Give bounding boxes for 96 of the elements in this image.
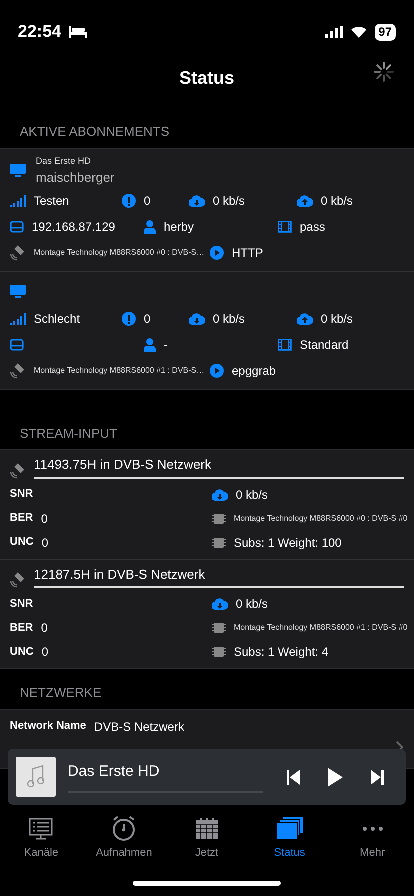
channel-list-icon <box>29 817 54 841</box>
cloud-download-icon <box>189 312 205 324</box>
cloud-download-icon <box>212 598 228 610</box>
signal-quality: Testen <box>34 192 70 210</box>
stream-title: 11493.75H in DVB-S Netzwerk <box>34 455 404 478</box>
section-header: NETZWERKE <box>19 684 103 702</box>
previous-icon <box>287 770 300 784</box>
battery-indicator: 97 <box>374 24 396 40</box>
stopwatch-icon <box>111 816 138 842</box>
satellite-icon <box>10 362 26 378</box>
next-button[interactable] <box>371 770 384 784</box>
clock: 22:54 <box>18 21 62 44</box>
section-header: STREAM-INPUT <box>19 424 118 442</box>
error-count: 0 <box>144 310 151 328</box>
program-title: maischberger <box>36 169 115 187</box>
tab[interactable]: Kanäle <box>0 815 83 862</box>
user-icon <box>144 338 156 352</box>
monitor-icon <box>10 164 26 178</box>
username: - <box>164 336 168 354</box>
network-label: Network Name <box>10 719 86 734</box>
username: herby <box>164 218 194 236</box>
metric-value: 0 <box>42 534 49 552</box>
play-icon <box>210 364 224 378</box>
cloud-download-icon <box>212 488 228 500</box>
film-icon <box>278 338 292 350</box>
stream-title: 12187.5H in DVB-S Netzwerk <box>34 564 404 588</box>
stream-profile: Standard <box>300 336 349 354</box>
metric-label: UNC <box>10 535 34 550</box>
tuner-name: Montage Technology M88RS6000 #1 : DVB-S… <box>34 364 205 376</box>
film-icon <box>278 220 292 232</box>
subscription-weight: Subs: 1 Weight: 100 <box>234 534 342 552</box>
metric-value: 0 <box>42 644 49 661</box>
chip-icon <box>212 512 226 526</box>
satellite-icon <box>10 572 26 588</box>
metric-value: 0 <box>41 620 48 637</box>
user-icon <box>144 220 156 234</box>
now-playing-title: Das Erste HD <box>68 762 161 782</box>
spinner-icon <box>374 62 394 82</box>
cellular-signal-icon <box>324 26 343 38</box>
chip-icon <box>212 536 226 550</box>
protocol: epggrab <box>232 362 276 380</box>
chip-icon <box>212 621 226 635</box>
cloud-upload-icon <box>297 312 313 324</box>
tuner-name: Montage Technology M88RS6000 #1 : DVB-S #0 <box>234 622 408 634</box>
ip-address: 192.168.87.129 <box>32 218 116 236</box>
chip-icon <box>212 645 226 659</box>
drive-icon <box>10 338 24 350</box>
play-icon <box>210 246 224 260</box>
metric-label: SNR <box>10 596 34 612</box>
download-rate: 0 kb/s <box>236 486 268 504</box>
play-button[interactable] <box>328 768 343 786</box>
signal-icon <box>10 312 26 324</box>
download-rate: 0 kb/s <box>236 596 268 613</box>
wifi-icon <box>350 26 367 38</box>
next-icon <box>371 770 384 784</box>
upload-rate: 0 kb/s <box>321 310 354 328</box>
metric-label: SNR <box>10 487 34 502</box>
protocol: HTTP <box>232 244 264 262</box>
satellite-icon <box>10 462 26 478</box>
signal-quality: Schlecht <box>34 310 80 328</box>
exclamation-icon <box>122 194 136 208</box>
stream-profile: pass <box>300 218 326 236</box>
bed-icon <box>69 26 88 38</box>
play-icon <box>328 768 343 786</box>
page-title: Status <box>179 68 234 90</box>
calendar-icon <box>194 817 219 841</box>
download-rate: 0 kb/s <box>213 310 246 328</box>
section-header: AKTIVE ABONNEMENTS <box>19 123 171 141</box>
tab[interactable]: Status <box>248 815 332 862</box>
error-count: 0 <box>144 192 151 210</box>
subscription-weight: Subs: 1 Weight: 4 <box>234 644 328 661</box>
cloud-download-icon <box>189 194 205 206</box>
channel-name: Das Erste HD <box>36 154 92 168</box>
metric-label: BER <box>10 511 34 526</box>
tab[interactable]: Jetzt <box>166 815 248 862</box>
tab[interactable]: Mehr <box>331 815 414 862</box>
tuner-name: Montage Technology M88RS6000 #0 : DVB-S… <box>34 246 205 258</box>
cloud-upload-icon <box>297 194 313 206</box>
upload-rate: 0 kb/s <box>321 192 354 210</box>
music-note-icon <box>27 765 45 789</box>
previous-button[interactable] <box>287 770 300 784</box>
exclamation-icon <box>122 312 136 326</box>
monitor-icon <box>10 284 26 298</box>
metric-value: 0 <box>41 510 48 528</box>
satellite-icon <box>10 244 26 260</box>
mini-player[interactable]: Das Erste HD <box>8 749 406 805</box>
metric-label: BER <box>10 620 34 636</box>
download-rate: 0 kb/s <box>213 192 246 210</box>
tab[interactable]: Aufnahmen <box>82 815 166 862</box>
signal-icon <box>10 194 26 206</box>
drive-icon <box>10 220 24 232</box>
stack-icon <box>276 817 303 841</box>
more-icon <box>362 827 383 831</box>
network-value: DVB-S Netzwerk <box>94 718 184 736</box>
tuner-name: Montage Technology M88RS6000 #0 : DVB-S #0 <box>234 512 408 524</box>
metric-label: UNC <box>10 644 34 660</box>
